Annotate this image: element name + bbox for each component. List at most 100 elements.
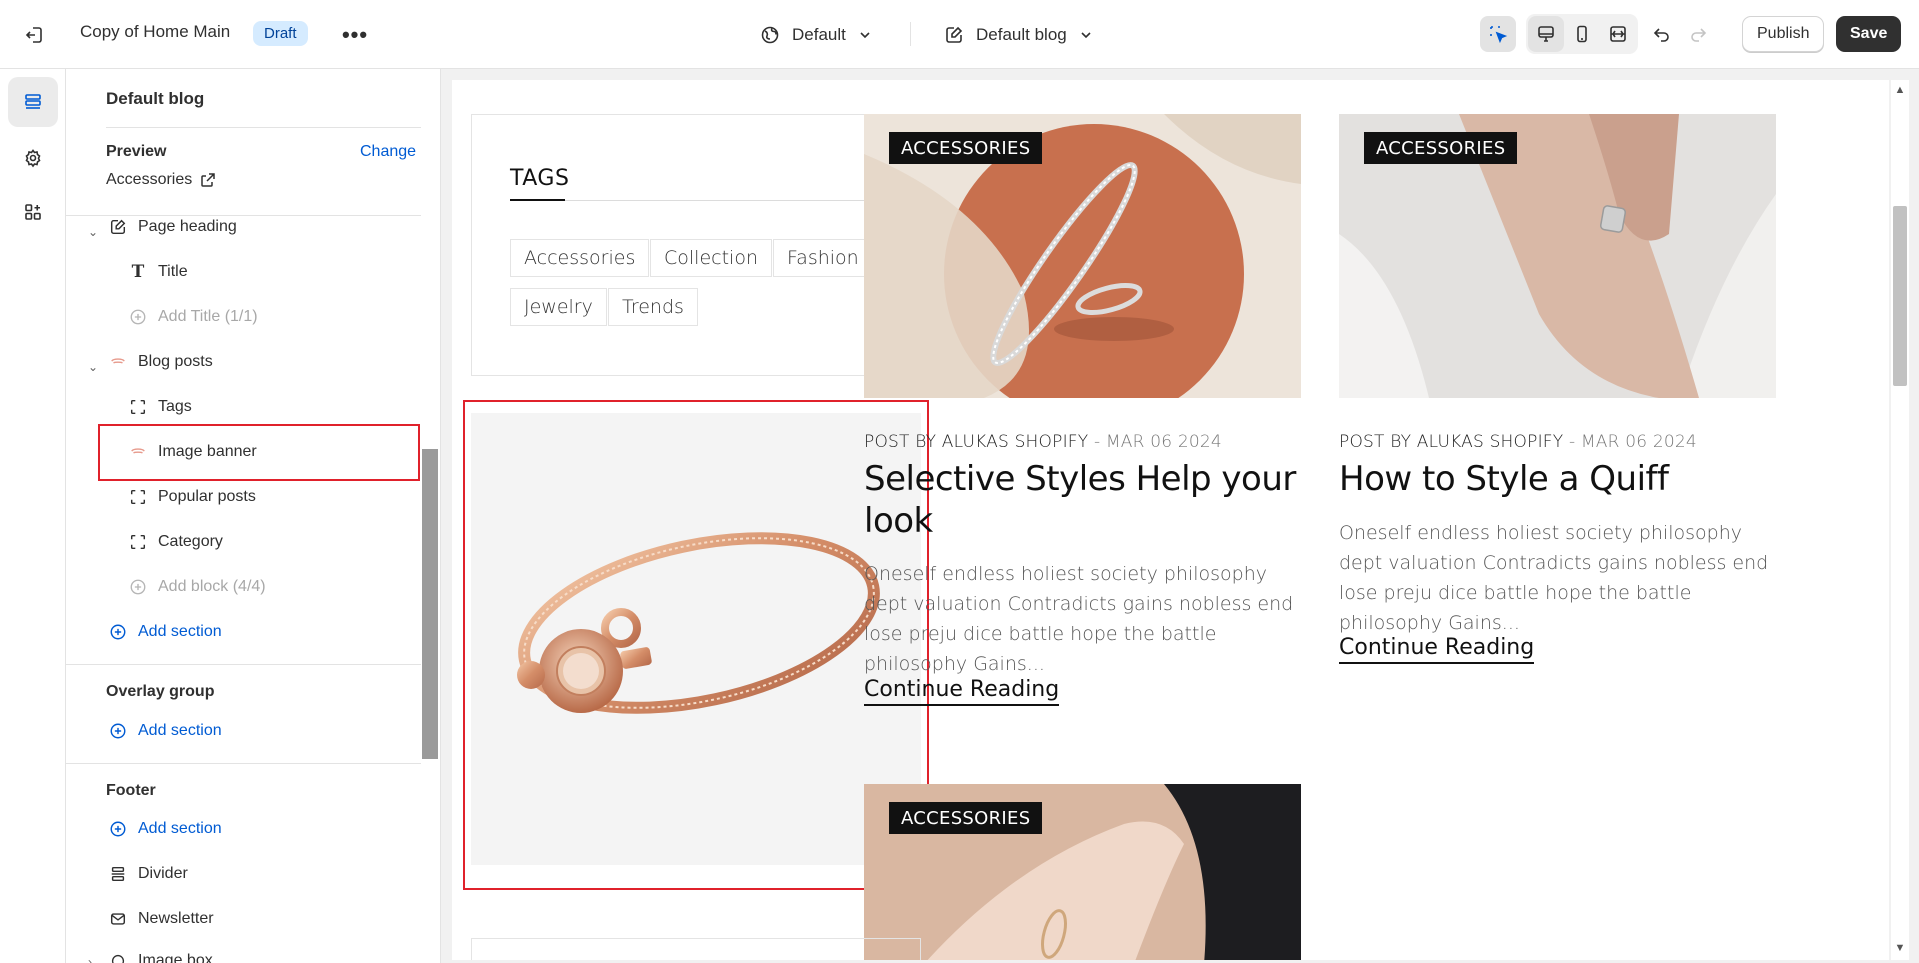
divider	[510, 200, 884, 201]
sidebar-item-label: Blog posts	[138, 353, 213, 370]
post-title[interactable]: How to Style a Quiff	[1339, 458, 1776, 500]
chevron-down-icon	[860, 32, 870, 39]
section-icon	[108, 951, 128, 963]
sidebar-item-label: Page heading	[138, 218, 237, 235]
tag-chip[interactable]: Fashion	[773, 239, 873, 277]
add-section-button[interactable]: Add section	[108, 811, 222, 847]
divider	[66, 763, 421, 764]
add-title-button[interactable]: Add Title (1/1)	[128, 299, 258, 335]
post-excerpt: Oneself endless holiest society philosop…	[864, 563, 1294, 675]
sidebar-item-label: Image box	[138, 952, 213, 963]
tag-chip[interactable]: Jewelry	[510, 288, 607, 326]
sidebar-item-title[interactable]: T Title	[128, 254, 188, 290]
history-tools	[1644, 14, 1716, 54]
block-icon	[128, 532, 148, 552]
sidebar-item-newsletter[interactable]: Newsletter	[108, 901, 214, 937]
redo-button[interactable]	[1680, 16, 1716, 52]
fullwidth-view-button[interactable]	[1600, 16, 1636, 52]
post-image[interactable]: ACCESSORIES	[1339, 114, 1776, 398]
scroll-down-arrow-icon[interactable]: ▼	[1893, 942, 1907, 954]
apps-icon	[25, 204, 41, 220]
post-image[interactable]: ACCESSORIES	[864, 114, 1301, 398]
divider	[66, 664, 421, 665]
tag-chip[interactable]: Accessories	[510, 239, 650, 277]
add-section-button[interactable]: Add section	[108, 614, 222, 650]
sidebar-scrollbar-thumb[interactable]	[422, 449, 438, 759]
block-icon	[128, 487, 148, 507]
post-excerpt: Oneself endless holiest society philosop…	[1339, 522, 1769, 634]
theme-settings-nav-button[interactable]	[8, 133, 58, 183]
image-banner[interactable]	[471, 413, 921, 865]
select-cursor-icon	[1490, 26, 1508, 44]
sidebar-item-page-heading[interactable]: Page heading	[108, 209, 237, 245]
more-actions-button[interactable]: •••	[340, 20, 370, 50]
sidebar-item-label: Divider	[138, 865, 188, 882]
apps-nav-button[interactable]	[8, 187, 58, 237]
category-badge[interactable]: ACCESSORIES	[889, 132, 1043, 164]
undo-button[interactable]	[1644, 16, 1680, 52]
category-badge[interactable]: ACCESSORIES	[889, 802, 1043, 834]
theme-title: Copy of Home Main	[80, 22, 231, 41]
preview-value-text: Accessories	[106, 171, 193, 188]
exit-button[interactable]	[20, 20, 50, 50]
popular-posts-block[interactable]	[471, 938, 921, 960]
sidebar-item-popular-posts[interactable]: Popular posts	[128, 479, 256, 515]
continue-reading-link[interactable]: Continue Reading	[864, 677, 1060, 706]
top-bar: Copy of Home Main Draft ••• Default Defa…	[0, 0, 1919, 69]
preview-scrollbar-thumb[interactable]	[1893, 206, 1907, 386]
sidebar-item-label: Add block (4/4)	[158, 578, 266, 595]
section-icon	[108, 352, 128, 372]
sidebar-item-tags[interactable]: Tags	[128, 389, 192, 425]
bracelet-image	[517, 532, 880, 714]
group-label-overlay: Overlay group	[106, 683, 215, 700]
mobile-view-button[interactable]	[1564, 16, 1600, 52]
post-title[interactable]: Selective Styles Help your look	[864, 458, 1301, 542]
sidebar-item-label: Newsletter	[138, 910, 214, 927]
continue-reading-link[interactable]: Continue Reading	[1339, 635, 1535, 664]
sidebar-item-image-box[interactable]: Image box	[108, 943, 213, 963]
sidebar-item-label: Tags	[158, 398, 192, 415]
inspector-button[interactable]	[1480, 16, 1516, 52]
post-date: - MAR 06 2024	[1568, 432, 1697, 452]
undo-icon	[1653, 28, 1669, 42]
sidebar-item-divider[interactable]: Divider	[108, 856, 188, 892]
post-date: - MAR 06 2024	[1093, 432, 1222, 452]
edit-page-icon	[946, 26, 963, 43]
add-block-button[interactable]: Add block (4/4)	[128, 569, 266, 605]
plus-circle-icon	[108, 721, 128, 741]
post-image[interactable]: ACCESSORIES	[864, 784, 1301, 960]
add-section-button[interactable]: Add section	[108, 713, 222, 749]
plus-circle-icon	[108, 622, 128, 642]
tag-chip[interactable]: Trends	[608, 288, 698, 326]
add-section-label: Add section	[138, 722, 222, 739]
sidebar-item-blog-posts[interactable]: Blog posts	[108, 344, 213, 380]
theme-select[interactable]: Default	[760, 20, 872, 50]
redo-icon	[1691, 28, 1707, 42]
chevron-right-icon[interactable]: ›	[88, 955, 92, 963]
preview-canvas: TAGS Accessories Collection Fashion Jewe…	[452, 80, 1889, 960]
viewport-toggle	[1526, 14, 1638, 54]
publish-button[interactable]: Publish	[1742, 16, 1825, 52]
category-badge[interactable]: ACCESSORIES	[1364, 132, 1518, 164]
globe-icon	[761, 26, 779, 44]
tag-chip[interactable]: Collection	[650, 239, 772, 277]
sidebar-item-category[interactable]: Category	[128, 524, 223, 560]
post-meta: POST BY ALUKAS SHOPIFY - MAR 06 2024	[1339, 432, 1697, 452]
fullwidth-icon	[1610, 26, 1626, 42]
edit-page-icon	[108, 217, 128, 237]
sidebar-item-label: Title	[158, 263, 188, 280]
chevron-down-icon[interactable]: ⌄	[88, 225, 98, 239]
save-button[interactable]: Save	[1836, 16, 1902, 52]
template-select[interactable]: Default blog	[944, 20, 1093, 50]
inspector-tool	[1480, 14, 1516, 54]
theme-select-label: Default	[792, 25, 846, 44]
preview-value[interactable]: Accessories	[106, 171, 216, 189]
change-preview-link[interactable]: Change	[360, 143, 416, 161]
desktop-view-button[interactable]	[1528, 16, 1564, 52]
tags-block[interactable]: TAGS Accessories Collection Fashion Jewe…	[471, 114, 921, 376]
divider	[510, 199, 565, 201]
sections-nav-button[interactable]	[8, 77, 58, 127]
chevron-down-icon[interactable]: ⌄	[88, 360, 98, 374]
scroll-up-arrow-icon[interactable]: ▲	[1893, 84, 1907, 96]
exit-icon	[25, 27, 42, 43]
